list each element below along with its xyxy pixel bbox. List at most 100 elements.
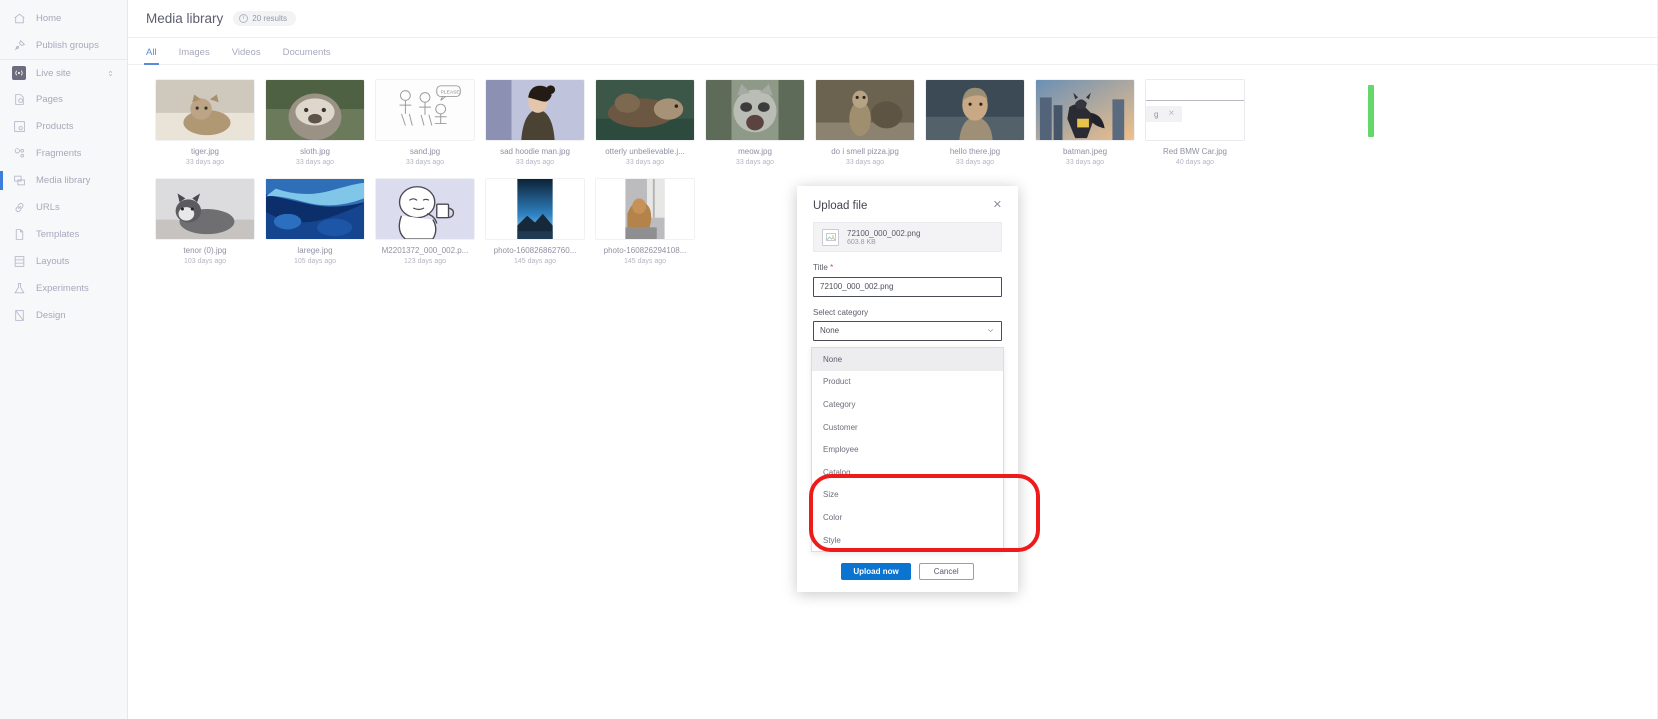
pages-icon bbox=[12, 93, 26, 107]
media-card[interactable]: do i smell pizza.jpg 33 days ago bbox=[810, 79, 920, 166]
media-card[interactable]: tiger.jpg 33 days ago bbox=[150, 79, 260, 166]
tab-all[interactable]: All bbox=[144, 47, 159, 65]
cat-thumbnail-image bbox=[156, 80, 254, 140]
dropdown-option-color[interactable]: Color bbox=[812, 506, 1003, 529]
tab-videos[interactable]: Videos bbox=[232, 47, 261, 64]
title-field-label: Title * bbox=[813, 263, 1002, 272]
media-card-date: 33 days ago bbox=[625, 159, 665, 166]
media-card[interactable]: larege.jpg 105 days ago bbox=[260, 178, 370, 265]
media-thumbnail[interactable] bbox=[375, 178, 475, 240]
sidebar-item-live-site[interactable]: Live site bbox=[0, 59, 127, 86]
media-card[interactable]: tenor (0).jpg 103 days ago bbox=[150, 178, 260, 265]
page-header: Media library i 20 results bbox=[128, 0, 1658, 38]
media-card-uploading[interactable]: g × Red BMW Car.jpg 40 days ago bbox=[1140, 79, 1250, 178]
sketch-thumbnail-image: PLEASE bbox=[376, 80, 474, 140]
media-card-date: 123 days ago bbox=[403, 258, 447, 265]
dropdown-option-none[interactable]: None bbox=[812, 348, 1003, 371]
media-card[interactable]: hello there.jpg 33 days ago bbox=[920, 79, 1030, 166]
sidebar-item-label: Home bbox=[36, 13, 62, 24]
category-field-label: Select category bbox=[813, 307, 869, 317]
upload-now-button[interactable]: Upload now bbox=[841, 562, 911, 580]
tab-documents[interactable]: Documents bbox=[283, 47, 331, 64]
media-library-icon bbox=[12, 174, 26, 188]
media-card-name: meow.jpg bbox=[738, 147, 772, 156]
media-card-name: photo-160826294108... bbox=[603, 246, 687, 255]
close-icon[interactable]: × bbox=[1168, 109, 1174, 119]
media-thumbnail[interactable] bbox=[705, 79, 805, 141]
media-card[interactable]: otterly unbelievable.j... 33 days ago bbox=[590, 79, 700, 166]
media-thumbnail[interactable] bbox=[815, 79, 915, 141]
media-card[interactable]: photo-160826294108... 145 days ago bbox=[590, 178, 700, 265]
modal-body: 72100_000_002.png 603.8 KB Title * Selec… bbox=[797, 222, 1018, 341]
sidebar-item-home[interactable]: Home bbox=[0, 5, 127, 32]
media-thumbnail[interactable] bbox=[1035, 79, 1135, 141]
chevron-updown-icon[interactable] bbox=[106, 69, 115, 78]
media-grid-row: tiger.jpg 33 days ago sloth.jpg 33 days … bbox=[150, 79, 1658, 178]
dropdown-option-catalog[interactable]: Catalog bbox=[812, 461, 1003, 484]
media-thumbnail[interactable] bbox=[485, 79, 585, 141]
sidebar-item-products[interactable]: Products bbox=[0, 113, 127, 140]
sidebar-item-pages[interactable]: Pages bbox=[0, 86, 127, 113]
media-card[interactable]: PLEASE sand.jpg 33 days ago bbox=[370, 79, 480, 166]
media-card-date: 145 days ago bbox=[513, 258, 557, 265]
category-select[interactable]: None bbox=[813, 320, 1002, 341]
media-thumbnail[interactable] bbox=[265, 79, 365, 141]
dropdown-option-customer[interactable]: Customer bbox=[812, 416, 1003, 439]
dropdown-option-style[interactable]: Style bbox=[812, 529, 1003, 552]
media-card-name: M2201372_000_002.p... bbox=[381, 246, 469, 255]
tab-images[interactable]: Images bbox=[179, 47, 210, 64]
dog-window-thumbnail-image bbox=[596, 179, 694, 239]
media-card[interactable]: sloth.jpg 33 days ago bbox=[260, 79, 370, 166]
media-card-name: larege.jpg bbox=[297, 246, 333, 255]
media-thumbnail[interactable] bbox=[155, 79, 255, 141]
category-selected-value: None bbox=[820, 326, 840, 335]
blue-satellite-thumbnail-image bbox=[266, 179, 364, 239]
media-thumbnail[interactable]: PLEASE bbox=[375, 79, 475, 141]
dropdown-option-employee[interactable]: Employee bbox=[812, 438, 1003, 461]
husky-thumbnail-image bbox=[156, 179, 254, 239]
media-card[interactable]: photo-160826862760... 145 days ago bbox=[480, 178, 590, 265]
category-dropdown-list[interactable]: None Product Category Customer Employee … bbox=[811, 347, 1004, 553]
media-card-date: 33 days ago bbox=[845, 159, 885, 166]
media-card[interactable]: M2201372_000_002.p... 123 days ago bbox=[370, 178, 480, 265]
cancel-button[interactable]: Cancel bbox=[918, 562, 974, 580]
media-thumbnail[interactable] bbox=[595, 79, 695, 141]
sidebar-item-templates[interactable]: Templates bbox=[0, 221, 127, 248]
upload-preview-box: g × bbox=[1145, 79, 1245, 141]
chevron-down-icon bbox=[986, 326, 995, 335]
media-card-date: 33 days ago bbox=[295, 159, 335, 166]
media-card[interactable]: sad hoodie man.jpg 33 days ago bbox=[480, 79, 590, 166]
upload-file-modal: Upload file ✕ 72100_000_002.png 603.8 KB bbox=[797, 186, 1018, 592]
title-input[interactable] bbox=[813, 276, 1002, 297]
sidebar-item-experiments[interactable]: Experiments bbox=[0, 275, 127, 302]
sidebar-item-design[interactable]: Design bbox=[0, 302, 127, 329]
dropdown-option-category[interactable]: Category bbox=[812, 393, 1003, 416]
close-icon[interactable]: ✕ bbox=[993, 200, 1002, 211]
sidebar-item-urls[interactable]: URLs bbox=[0, 194, 127, 221]
sidebar-item-publish-groups[interactable]: Publish groups bbox=[0, 32, 127, 59]
sidebar: Home Publish groups Live site Pages Prod… bbox=[0, 0, 128, 719]
fragments-icon bbox=[12, 147, 26, 161]
media-card-name: tenor (0).jpg bbox=[183, 246, 227, 255]
media-thumbnail[interactable] bbox=[155, 178, 255, 240]
dropdown-option-size[interactable]: Size bbox=[812, 484, 1003, 507]
media-thumbnail[interactable] bbox=[595, 178, 695, 240]
page-title: Media library bbox=[146, 11, 224, 26]
modal-footer: Upload now Cancel bbox=[797, 550, 1018, 592]
media-card[interactable]: meow.jpg 33 days ago bbox=[700, 79, 810, 166]
sidebar-item-media-library[interactable]: Media library bbox=[0, 167, 127, 194]
media-thumbnail[interactable] bbox=[925, 79, 1025, 141]
sidebar-item-fragments[interactable]: Fragments bbox=[0, 140, 127, 167]
dropdown-option-product[interactable]: Product bbox=[812, 371, 1003, 394]
media-card-name: batman.jpeg bbox=[1062, 147, 1108, 156]
media-card[interactable]: batman.jpeg 33 days ago bbox=[1030, 79, 1140, 166]
file-size: 603.8 KB bbox=[847, 238, 876, 246]
sidebar-item-label: Products bbox=[36, 121, 74, 132]
media-card-date: 145 days ago bbox=[623, 258, 667, 265]
title-label-text: Title bbox=[813, 263, 828, 272]
publish-groups-icon bbox=[12, 39, 26, 53]
media-thumbnail[interactable] bbox=[485, 178, 585, 240]
media-card-name: do i smell pizza.jpg bbox=[831, 147, 899, 156]
sidebar-item-layouts[interactable]: Layouts bbox=[0, 248, 127, 275]
media-thumbnail[interactable] bbox=[265, 178, 365, 240]
